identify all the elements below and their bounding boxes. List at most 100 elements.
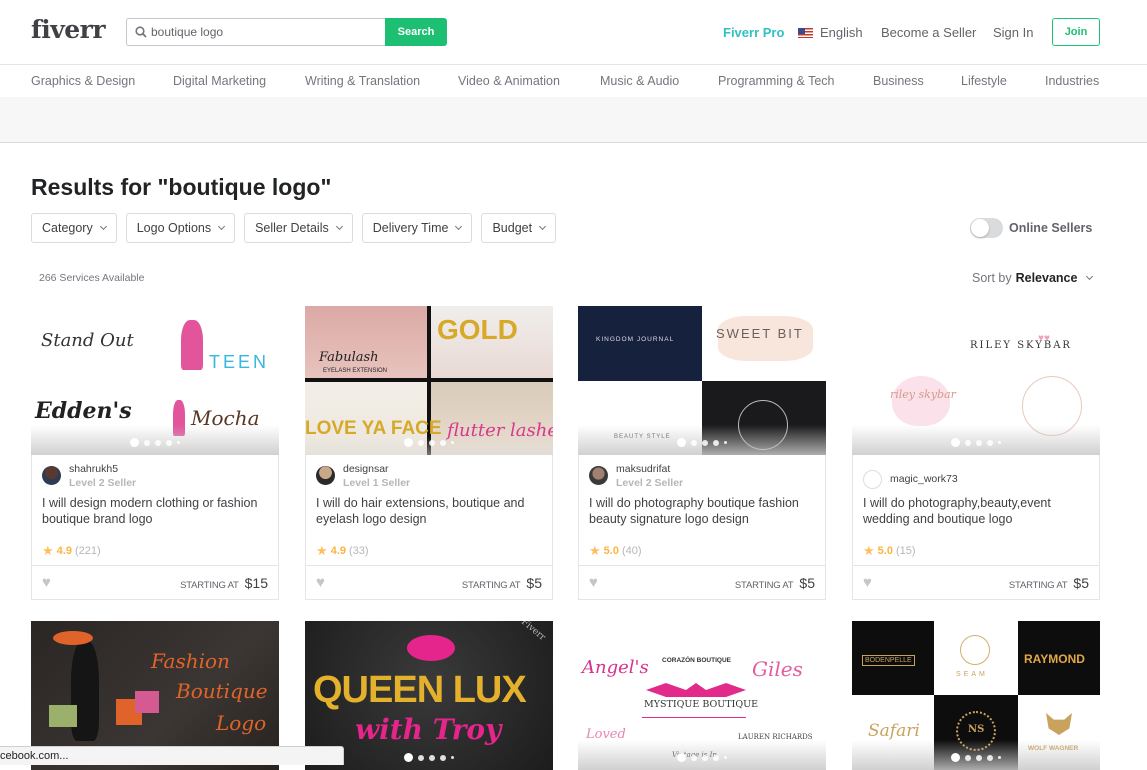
become-seller-link[interactable]: Become a Seller bbox=[881, 0, 976, 65]
seller-avatar[interactable] bbox=[863, 469, 882, 489]
sort-dropdown[interactable]: Sort by Relevance bbox=[972, 271, 1094, 285]
seller-avatar[interactable] bbox=[589, 466, 608, 485]
carousel-dot[interactable] bbox=[951, 753, 960, 762]
category-digital-marketing[interactable]: Digital Marketing bbox=[173, 74, 266, 88]
seller-avatar[interactable] bbox=[316, 466, 335, 485]
card-footer: ♥ STARTING AT $5 bbox=[306, 565, 552, 599]
carousel-dot[interactable] bbox=[440, 754, 446, 761]
carousel-dot[interactable] bbox=[677, 438, 686, 447]
carousel-dot[interactable] bbox=[404, 438, 413, 447]
category-industries[interactable]: Industries bbox=[1045, 74, 1099, 88]
fiverr-logo[interactable]: fiverr bbox=[31, 15, 106, 44]
carousel-dot[interactable] bbox=[976, 754, 982, 761]
carousel-dot[interactable] bbox=[677, 753, 686, 762]
category-business[interactable]: Business bbox=[873, 74, 924, 88]
carousel-dot[interactable] bbox=[702, 754, 708, 761]
gig-title[interactable]: I will design modern clothing or fashion… bbox=[32, 495, 278, 535]
seller-info: magic_work73 bbox=[853, 455, 1099, 495]
category-graphics-design[interactable]: Graphics & Design bbox=[31, 74, 135, 88]
carousel-dot[interactable] bbox=[987, 754, 993, 761]
carousel-dot[interactable] bbox=[130, 438, 139, 447]
search-button[interactable]: Search bbox=[385, 18, 447, 46]
search-input[interactable] bbox=[151, 25, 371, 39]
category-lifestyle[interactable]: Lifestyle bbox=[961, 74, 1007, 88]
gig-thumbnail[interactable]: Stand Out TEEN Edden's Mocha bbox=[31, 306, 279, 455]
carousel-dot[interactable] bbox=[429, 439, 435, 446]
carousel-dot[interactable] bbox=[724, 756, 727, 759]
carousel-dot[interactable] bbox=[713, 439, 719, 446]
carousel-dot[interactable] bbox=[987, 439, 993, 446]
filter-logo-options[interactable]: Logo Options bbox=[125, 213, 236, 243]
filter-budget[interactable]: Budget bbox=[481, 213, 557, 243]
carousel-dot[interactable] bbox=[691, 439, 697, 446]
fiverr-pro-link[interactable]: Fiverr Pro bbox=[723, 0, 784, 65]
carousel-dot[interactable] bbox=[998, 756, 1001, 759]
gig-card[interactable]: RILEY SKYBAR ♥♥ riley skybar magic_work7… bbox=[852, 306, 1100, 600]
carousel-dot[interactable] bbox=[976, 439, 982, 446]
carousel-dot[interactable] bbox=[451, 756, 454, 759]
seller-name[interactable]: shahrukh5 bbox=[69, 463, 136, 475]
gig-thumbnail[interactable]: Fabulash EYELASH EXTENSION GOLD LOVE YA … bbox=[305, 306, 553, 455]
carousel-dot[interactable] bbox=[691, 754, 697, 761]
carousel-dot[interactable] bbox=[155, 439, 161, 446]
header: fiverr Search Fiverr Pro English Become … bbox=[0, 0, 1147, 65]
heart-icon[interactable]: ♥ bbox=[863, 574, 872, 591]
carousel-dot[interactable] bbox=[418, 754, 424, 761]
gig-thumbnail[interactable]: Angel's CORAZÓN BOUTIQUE Giles MYSTIQUE … bbox=[578, 621, 826, 770]
filter-seller-details[interactable]: Seller Details bbox=[244, 213, 353, 243]
heart-icon[interactable]: ♥ bbox=[316, 574, 325, 591]
gig-title[interactable]: I will do hair extensions, boutique and … bbox=[306, 495, 552, 535]
heart-icon[interactable]: ♥ bbox=[42, 574, 51, 591]
carousel-dot[interactable] bbox=[404, 753, 413, 762]
online-sellers-toggle[interactable] bbox=[970, 218, 1003, 238]
gig-card[interactable]: KINGDOM JOURNAL SWEET BIT BEAUTY STYLE C… bbox=[578, 306, 826, 600]
gig-title[interactable]: I will do photography,beauty,event weddi… bbox=[853, 495, 1099, 535]
gig-thumbnail[interactable]: RILEY SKYBAR ♥♥ riley skybar bbox=[852, 306, 1100, 455]
gig-card[interactable]: Stand Out TEEN Edden's Mocha shahrukh5 Le… bbox=[31, 306, 279, 600]
filter-category[interactable]: Category bbox=[31, 213, 117, 243]
carousel-dot[interactable] bbox=[166, 439, 172, 446]
gig-card[interactable]: Angel's CORAZÓN BOUTIQUE Giles MYSTIQUE … bbox=[578, 621, 826, 770]
seller-name[interactable]: maksudrifat bbox=[616, 463, 683, 475]
gig-title[interactable]: I will do photography boutique fashion b… bbox=[579, 495, 825, 535]
gig-card[interactable]: BODENPELLE SEAM RAYMOND Safari NS WOLF W… bbox=[852, 621, 1100, 770]
chevron-down-icon bbox=[1086, 272, 1094, 281]
chevron-down-icon bbox=[335, 222, 343, 231]
carousel-dot[interactable] bbox=[965, 439, 971, 446]
search-field[interactable] bbox=[126, 18, 386, 46]
category-writing-translation[interactable]: Writing & Translation bbox=[305, 74, 420, 88]
carousel-dot[interactable] bbox=[451, 441, 454, 444]
filter-delivery-time[interactable]: Delivery Time bbox=[361, 213, 473, 243]
carousel-dot[interactable] bbox=[144, 439, 150, 446]
carousel-dot[interactable] bbox=[951, 438, 960, 447]
language-selector[interactable]: English bbox=[798, 0, 863, 65]
seam-emblem-icon bbox=[960, 635, 990, 665]
category-programming-tech[interactable]: Programming & Tech bbox=[718, 74, 835, 88]
carousel-dot[interactable] bbox=[440, 439, 446, 446]
carousel-dot[interactable] bbox=[713, 754, 719, 761]
category-video-animation[interactable]: Video & Animation bbox=[458, 74, 560, 88]
carousel-dot[interactable] bbox=[702, 439, 708, 446]
carousel-dot[interactable] bbox=[418, 439, 424, 446]
rating-value: 5.0 bbox=[603, 545, 619, 557]
thumb-text: Angel's bbox=[582, 657, 649, 678]
carousel-dot[interactable] bbox=[998, 441, 1001, 444]
gig-card[interactable]: Fabulash EYELASH EXTENSION GOLD LOVE YA … bbox=[305, 306, 553, 600]
heart-icon[interactable]: ♥ bbox=[589, 574, 598, 591]
carousel-dot[interactable] bbox=[429, 754, 435, 761]
seller-name[interactable]: designsar bbox=[343, 463, 410, 475]
seller-avatar[interactable] bbox=[42, 466, 61, 485]
carousel-dot[interactable] bbox=[724, 441, 727, 444]
thumb-text: GOLD bbox=[437, 314, 518, 345]
sign-in-link[interactable]: Sign In bbox=[993, 0, 1033, 65]
category-music-audio[interactable]: Music & Audio bbox=[600, 74, 679, 88]
gig-price: STARTING AT $5 bbox=[1009, 575, 1089, 591]
gig-thumbnail[interactable]: KINGDOM JOURNAL SWEET BIT BEAUTY STYLE C… bbox=[578, 306, 826, 455]
filter-label: Logo Options bbox=[136, 221, 212, 235]
seller-name[interactable]: magic_work73 bbox=[890, 473, 958, 485]
join-button[interactable]: Join bbox=[1052, 18, 1100, 46]
carousel-dot[interactable] bbox=[177, 441, 180, 444]
carousel-dot[interactable] bbox=[965, 754, 971, 761]
gig-thumbnail[interactable]: BODENPELLE SEAM RAYMOND Safari NS WOLF W… bbox=[852, 621, 1100, 770]
gig-rating: ★ 5.0 (40) bbox=[579, 535, 825, 565]
